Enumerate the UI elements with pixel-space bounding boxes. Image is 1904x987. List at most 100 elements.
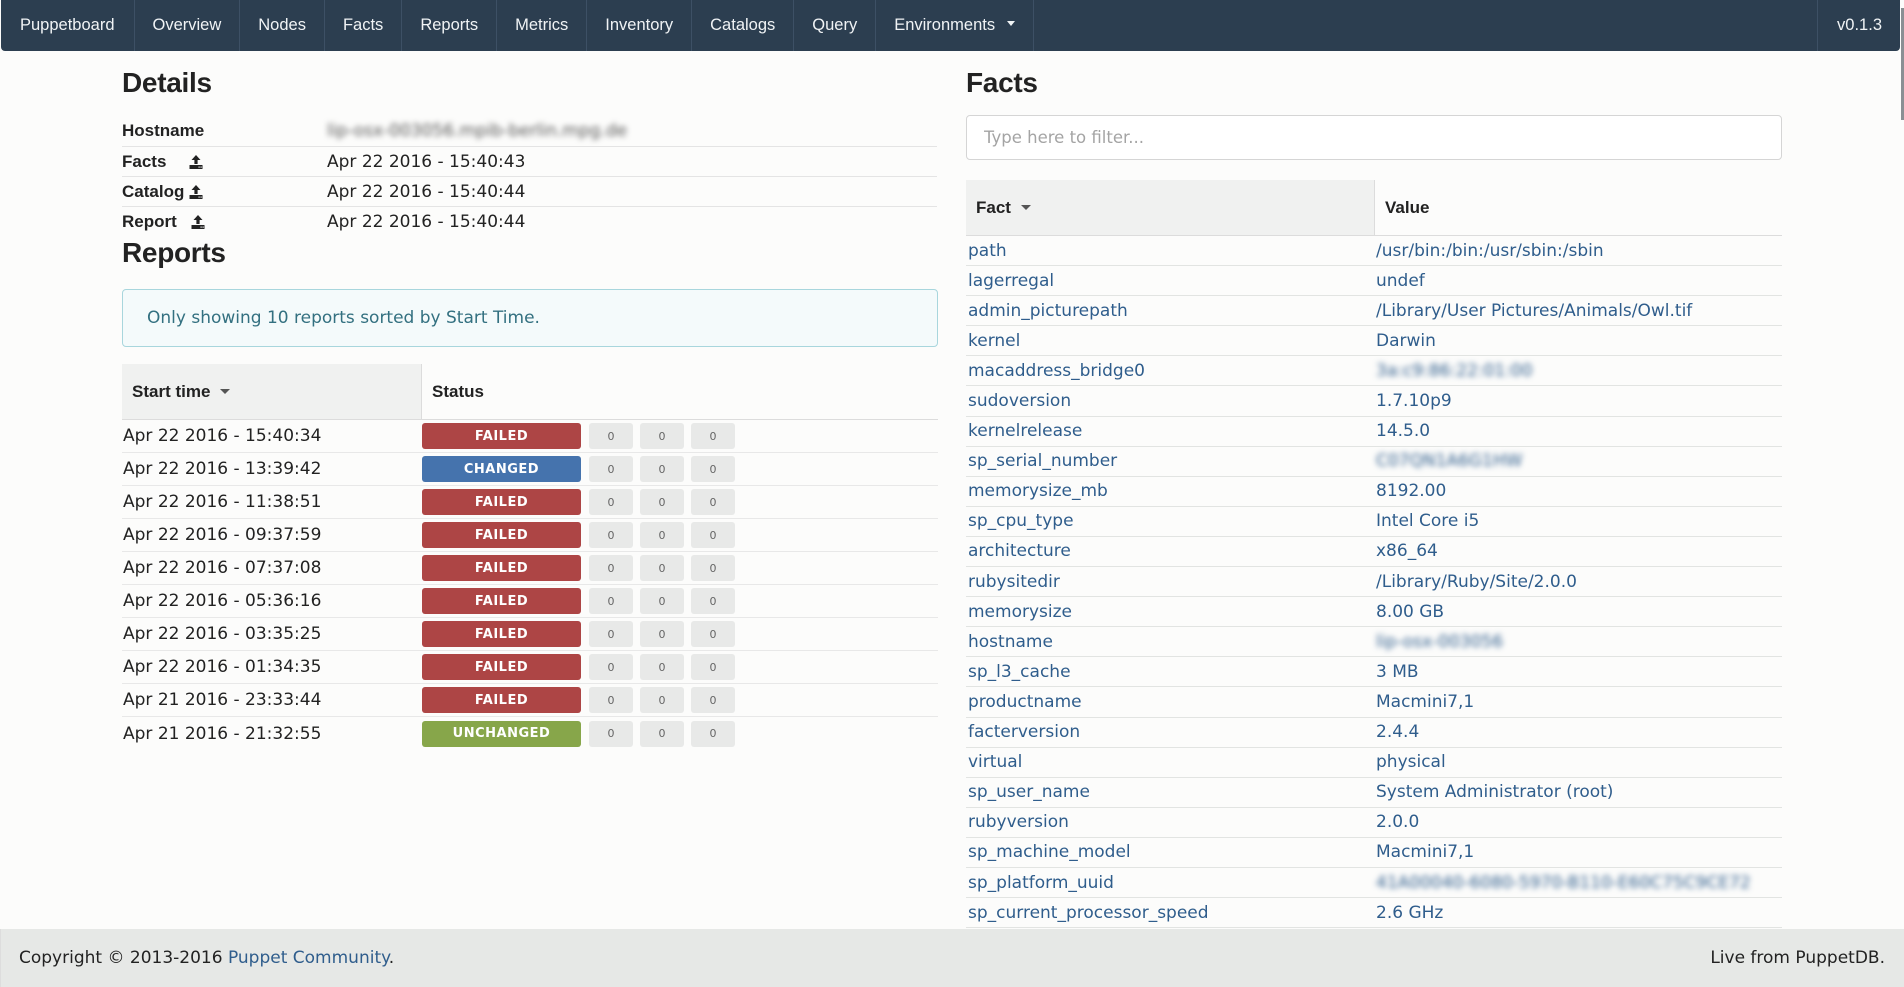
fact-value-link[interactable]: Macmini7,1 [1376,692,1474,712]
nav-catalogs[interactable]: Catalogs [692,0,795,51]
fact-value-link[interactable]: 8192.00 [1376,481,1446,501]
fact-name-link[interactable]: kernel [966,331,1376,351]
fact-value-link[interactable]: 2.0.0 [1376,812,1419,832]
report-start-time[interactable]: Apr 21 2016 - 21:32:55 [122,724,422,744]
nav-nodes[interactable]: Nodes [240,0,325,51]
nav-metrics[interactable]: Metrics [497,0,588,51]
fact-name-link[interactable]: path [966,241,1376,261]
nav-reports[interactable]: Reports [402,0,498,51]
status-badge[interactable]: FAILED [422,489,581,515]
upload-icon[interactable] [188,154,204,170]
status-badge[interactable]: UNCHANGED [422,720,581,747]
report-start-time[interactable]: Apr 22 2016 - 11:38:51 [122,492,422,512]
fact-name-link[interactable]: kernelrelease [966,421,1376,441]
fact-name-link[interactable]: sp_machine_model [966,842,1376,862]
fact-value-link[interactable]: /Library/User Pictures/Animals/Owl.tif [1376,301,1692,321]
fact-row: sp_machine_model Macmini7,1 [966,838,1782,868]
fact-value-link[interactable]: 3 MB [1376,662,1419,682]
status-badge[interactable]: FAILED [422,654,581,680]
fact-name-link[interactable]: macaddress_bridge0 [966,361,1376,381]
fact-value-link[interactable]: 41A00040-6080-5970-B110-E60C75C9CE72 [1376,873,1751,893]
event-count-badge: 0 [640,522,684,548]
fact-value-link[interactable]: physical [1376,752,1446,772]
facts-filter-input[interactable] [966,115,1782,160]
event-count-badge: 0 [589,687,633,713]
nav-query[interactable]: Query [794,0,877,51]
fact-name-link[interactable]: memorysize_mb [966,481,1376,501]
report-start-time[interactable]: Apr 22 2016 - 09:37:59 [122,525,422,545]
fact-name-link[interactable]: sp_platform_uuid [966,873,1376,893]
fact-name-link[interactable]: hostname [966,632,1376,652]
report-start-time[interactable]: Apr 22 2016 - 07:37:08 [122,558,422,578]
fact-row: macaddress_bridge0 3a:c9:86:22:01:00 [966,356,1782,387]
upload-icon[interactable] [190,214,206,230]
fact-name-link[interactable]: rubysitedir [966,572,1376,592]
report-start-time[interactable]: Apr 22 2016 - 01:34:35 [122,657,422,677]
fact-value-link[interactable]: Macmini7,1 [1376,842,1474,862]
fact-name-link[interactable]: virtual [966,752,1376,772]
status-badge[interactable]: FAILED [422,423,581,449]
page-scrollbar[interactable] [1900,0,1904,928]
fact-name-link[interactable]: sp_cpu_type [966,511,1376,531]
fact-name-link[interactable]: sudoversion [966,391,1376,411]
fact-value-link[interactable]: Intel Core i5 [1376,511,1479,531]
fact-row: sp_current_processor_speed 2.6 GHz [966,898,1782,929]
fact-value-link[interactable]: /usr/bin:/bin:/usr/sbin:/sbin [1376,241,1604,261]
fact-value-link[interactable]: 8.00 GB [1376,602,1444,622]
fact-value-link[interactable]: 3a:c9:86:22:01:00 [1376,361,1533,381]
upload-icon[interactable] [188,184,204,200]
fact-name-link[interactable]: facterversion [966,722,1376,742]
fact-name-link[interactable]: architecture [966,541,1376,561]
fact-value-link[interactable]: Darwin [1376,331,1436,351]
report-row: Apr 21 2016 - 23:33:44 FAILED 0 0 0 [122,684,938,717]
fact-value-link[interactable]: x86_64 [1376,541,1438,561]
report-row: Apr 22 2016 - 15:40:34 FAILED 0 0 0 [122,420,938,453]
status-badge[interactable]: FAILED [422,522,581,548]
nav-environments-dropdown[interactable]: Environments [876,0,1035,51]
puppet-community-link[interactable]: Puppet Community [228,948,389,968]
status-badge[interactable]: FAILED [422,621,581,647]
column-header-start-time[interactable]: Start time [122,364,422,419]
report-start-time[interactable]: Apr 21 2016 - 23:33:44 [122,690,422,710]
status-badge[interactable]: FAILED [422,555,581,581]
nav-overview[interactable]: Overview [135,0,241,51]
column-header-status[interactable]: Status [422,364,938,419]
fact-value-link[interactable]: 2.6 GHz [1376,903,1443,923]
status-badge[interactable]: FAILED [422,588,581,614]
status-badge[interactable]: FAILED [422,687,581,713]
fact-value-link[interactable]: System Administrator (root) [1376,782,1613,802]
detail-row-catalog: Catalog Apr 22 2016 - 15:40:44 [122,176,937,206]
fact-value-link[interactable]: 14.5.0 [1376,421,1430,441]
report-start-time[interactable]: Apr 22 2016 - 03:35:25 [122,624,422,644]
fact-name-link[interactable]: productname [966,692,1376,712]
nav-inventory[interactable]: Inventory [587,0,693,51]
fact-value-link[interactable]: 2.4.4 [1376,722,1419,742]
fact-name-link[interactable]: sp_l3_cache [966,662,1376,682]
fact-value-link[interactable]: /Library/Ruby/Site/2.0.0 [1376,572,1577,592]
event-count-badge: 0 [691,720,735,747]
nav-brand-puppetboard[interactable]: Puppetboard [1,0,135,51]
status-badge[interactable]: CHANGED [422,456,581,482]
fact-row: path/usr/bin:/bin:/usr/sbin:/sbin [966,236,1782,267]
fact-value-link[interactable]: lip-osx-003056 [1376,632,1503,652]
nav-facts[interactable]: Facts [325,0,403,51]
fact-name-link[interactable]: rubyversion [966,812,1376,832]
fact-name-link[interactable]: admin_picturepath [966,301,1376,321]
event-count-badge: 0 [640,489,684,515]
fact-value-link[interactable]: C07QN1A6G1HW [1376,451,1522,471]
details-table: Hostname lip-osx-003056.mpib-berlin.mpg.… [122,116,937,236]
fact-name-link[interactable]: lagerregal [966,271,1376,291]
fact-name-link[interactable]: sp_user_name [966,782,1376,802]
report-start-time[interactable]: Apr 22 2016 - 15:40:34 [122,426,422,446]
fact-row: hostname lip-osx-003056 [966,627,1782,658]
fact-name-link[interactable]: sp_current_processor_speed [966,903,1376,923]
report-start-time[interactable]: Apr 22 2016 - 05:36:16 [122,591,422,611]
column-header-value[interactable]: Value [1375,180,1782,235]
facts-timestamp: Apr 22 2016 - 15:40:43 [327,151,526,172]
fact-name-link[interactable]: memorysize [966,602,1376,622]
fact-name-link[interactable]: sp_serial_number [966,451,1376,471]
report-start-time[interactable]: Apr 22 2016 - 13:39:42 [122,459,422,479]
column-header-fact[interactable]: Fact [966,180,1375,235]
fact-value-link[interactable]: 1.7.10p9 [1376,391,1452,411]
fact-value-link[interactable]: undef [1376,271,1425,291]
